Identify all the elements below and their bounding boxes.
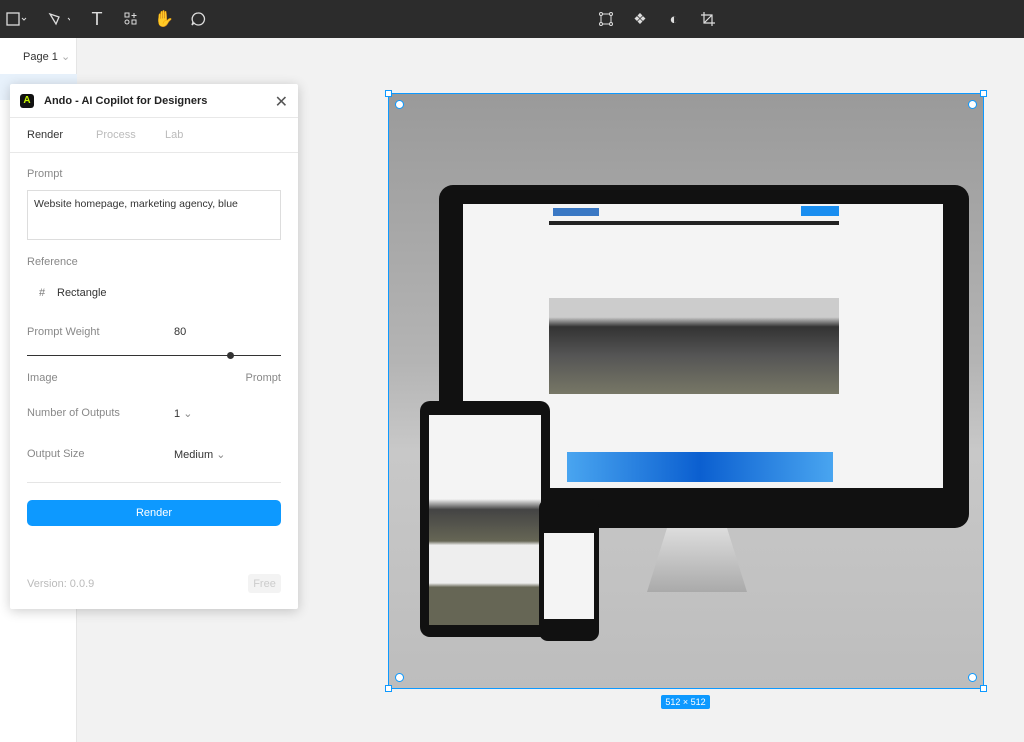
outputs-value: 1	[174, 408, 181, 420]
slider-right-label: Prompt	[245, 372, 281, 384]
prompt-label: Prompt	[27, 168, 63, 180]
frame-hash-icon: #	[39, 287, 46, 299]
tab-lab[interactable]: Lab	[165, 129, 234, 141]
outputs-select[interactable]: 1 ⌄	[174, 407, 192, 420]
corner-radius-handle[interactable]	[968, 100, 977, 109]
frame-icon[interactable]	[6, 9, 28, 29]
plugin-header: A Ando - AI Copilot for Designers ✕	[10, 84, 298, 118]
text-icon[interactable]: T	[86, 9, 108, 29]
components-icon[interactable]	[120, 9, 142, 29]
plan-badge: Free	[248, 574, 281, 593]
plugin-panel: A Ando - AI Copilot for Designers ✕ Rend…	[10, 84, 298, 609]
output-size-select[interactable]: Medium ⌄	[174, 448, 225, 461]
hand-icon[interactable]: ✋	[153, 9, 175, 29]
slider-left-label: Image	[27, 372, 58, 384]
reference-value[interactable]: Rectangle	[57, 287, 107, 299]
chevron-down-icon: ⌄	[216, 449, 226, 461]
crop-icon[interactable]	[697, 9, 719, 29]
prompt-input[interactable]: Website homepage, marketing agency, blue	[27, 190, 281, 240]
output-size-value: Medium	[174, 449, 214, 461]
resize-handle[interactable]	[385, 685, 392, 692]
chevron-down-icon: ⌄	[183, 408, 193, 420]
reference-label: Reference	[27, 256, 78, 268]
prompt-weight-value: 80	[174, 326, 187, 338]
output-size-label: Output Size	[27, 448, 85, 460]
prompt-weight-label: Prompt Weight	[27, 326, 100, 338]
resize-handle[interactable]	[385, 90, 392, 97]
tab-process[interactable]: Process	[96, 129, 165, 141]
monitor-stand	[647, 528, 747, 592]
corner-radius-handle[interactable]	[395, 673, 404, 682]
page-label: Page 1	[23, 51, 58, 63]
toolbar: T ✋ ❖ ◐	[0, 0, 1024, 38]
corner-radius-handle[interactable]	[968, 673, 977, 682]
tablet-mockup	[420, 401, 550, 637]
corner-radius-handle[interactable]	[395, 100, 404, 109]
component-icon[interactable]: ❖	[629, 9, 651, 29]
slider-handle[interactable]	[226, 352, 234, 359]
outputs-label: Number of Outputs	[27, 407, 120, 419]
phone-mockup	[539, 499, 599, 641]
pen-icon[interactable]	[48, 9, 70, 29]
comment-icon[interactable]	[187, 9, 209, 29]
close-icon[interactable]: ✕	[275, 92, 288, 112]
plugin-tabs: Render Process Lab	[10, 118, 298, 153]
plugin-title: Ando - AI Copilot for Designers	[44, 94, 208, 107]
rendered-image[interactable]	[385, 90, 987, 692]
resize-handle[interactable]	[980, 90, 987, 97]
chevron-down-icon: ⌄	[60, 51, 71, 63]
bounding-box-icon[interactable]	[595, 9, 617, 29]
divider	[27, 482, 281, 483]
render-button[interactable]: Render	[27, 500, 281, 526]
contrast-icon[interactable]: ◐	[663, 9, 685, 29]
ando-logo-icon: A	[20, 93, 34, 108]
tab-render[interactable]: Render	[27, 129, 96, 141]
selection-size-label: 512 × 512	[661, 695, 710, 709]
prompt-weight-slider[interactable]	[27, 355, 281, 356]
version-text: Version: 0.0.9	[27, 578, 95, 590]
page-selector[interactable]: Page 1 ⌄	[23, 50, 70, 63]
resize-handle[interactable]	[980, 685, 987, 692]
